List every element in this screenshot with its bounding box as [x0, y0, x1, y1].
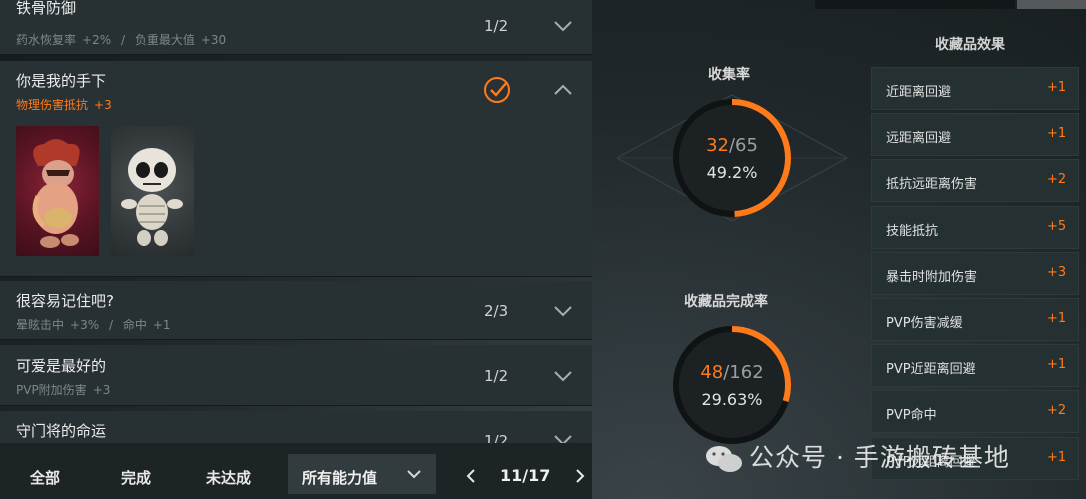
effect-item: PVP伤害减缓 +1	[871, 298, 1079, 341]
stat-value: +30	[200, 33, 227, 47]
stat-separator: /	[108, 318, 113, 332]
top-button-edge[interactable]	[1017, 0, 1086, 9]
collection-percent: 49.2%	[706, 163, 758, 182]
collection-rate-title: 收集率	[708, 67, 750, 83]
item-thumbnail-demon[interactable]	[16, 126, 99, 256]
stat-name: PVP附加伤害	[16, 383, 87, 397]
progress-ring	[673, 99, 791, 217]
effect-item: 远距离回避 +1	[871, 113, 1079, 157]
skeleton-figure-icon	[121, 148, 183, 246]
collection-list: 铁骨防御 药水恢复率 +2% / 负重最大值 +30 1/2 你是我的手下 物理伤害…	[0, 0, 592, 499]
dropdown-value: 所有能力值	[302, 469, 378, 487]
stat-name: 晕眩击中	[16, 318, 65, 332]
stat-value: +3%	[70, 318, 100, 332]
chevron-up-icon[interactable]	[553, 83, 573, 97]
row-title: 很容易记住吧?	[16, 292, 114, 310]
tab-incomplete[interactable]: 未达成	[206, 467, 251, 488]
tab-completed[interactable]: 完成	[121, 467, 151, 488]
effect-item: 暴击时附加伤害 +3	[871, 251, 1079, 295]
item-thumbnail-skeleton[interactable]	[111, 126, 194, 256]
effect-label: PVP伤害减缓	[886, 316, 963, 331]
chevron-down-icon	[407, 470, 421, 479]
collection-row[interactable]: 可爱是最好的 PVP附加伤害 +3 1/2	[0, 345, 592, 406]
bonus-name: 物理伤害抵抗	[16, 98, 89, 112]
completion-percent: 29.63%	[701, 390, 763, 409]
completion-rate-title: 收藏品完成率	[684, 294, 768, 310]
effect-label: 远距离回避	[886, 131, 952, 147]
completion-rate-gauge: 48/162 29.63%	[670, 323, 794, 447]
effect-value: +1	[1047, 357, 1067, 373]
collection-row[interactable]: 铁骨防御 药水恢复率 +2% / 负重最大值 +30 1/2	[0, 0, 592, 55]
effect-value: +1	[1047, 126, 1067, 142]
bonus-value: +3	[94, 98, 112, 112]
row-progress: 1/2	[484, 17, 509, 35]
stat-value: +3	[92, 383, 111, 397]
watermark-text: 公众号 · 手游搬砖基地	[749, 443, 1010, 472]
effect-value: +1	[1047, 80, 1067, 95]
effect-item: PVP近距离回避 +1	[871, 344, 1079, 388]
effect-value: +5	[1047, 218, 1067, 234]
effect-item: 抵抗远距离伤害 +2	[871, 159, 1079, 203]
top-panel-edge	[815, 0, 1015, 9]
effect-value: +1	[1047, 311, 1067, 326]
completion-count: 48/162	[700, 362, 764, 383]
progress-ring	[673, 326, 791, 444]
stat-name: 命中	[122, 318, 147, 332]
collection-count: 32/65	[706, 135, 758, 156]
stat-value: +2%	[82, 33, 112, 47]
effect-label: 近距离回避	[886, 85, 952, 100]
effect-value: +2	[1047, 172, 1067, 188]
effect-item: 近距离回避 +1	[871, 67, 1079, 110]
effect-value: +1	[1047, 449, 1067, 465]
row-bonus: 物理伤害抵抗 +3	[16, 96, 112, 113]
effect-item: 技能抵抗 +5	[871, 205, 1079, 249]
chevron-down-icon[interactable]	[553, 369, 573, 383]
chevron-down-icon[interactable]	[553, 304, 573, 318]
chevron-down-icon[interactable]	[553, 19, 573, 33]
prev-page-icon[interactable]	[464, 468, 478, 484]
effect-item: PVP命中 +2	[871, 390, 1079, 434]
row-stats: 晕眩击中 +3% / 命中 +1	[16, 316, 171, 333]
wechat-icon	[706, 446, 742, 472]
collection-rate-gauge: 32/65 49.2%	[670, 96, 794, 220]
stat-separator: /	[120, 33, 125, 47]
row-progress: 2/3	[484, 302, 509, 320]
row-stats: PVP附加伤害 +3	[16, 381, 110, 398]
row-title: 你是我的手下	[16, 72, 107, 90]
effect-label: PVP命中	[886, 408, 937, 424]
effects-title: 收藏品效果	[935, 37, 1005, 53]
row-title: 铁骨防御	[16, 0, 77, 17]
row-progress: 1/2	[484, 367, 509, 385]
stat-name: 药水恢复率	[16, 33, 77, 47]
row-stats: 药水恢复率 +2% / 负重最大值 +30	[16, 31, 226, 48]
page-indicator: 11/17	[500, 466, 551, 485]
next-page-icon[interactable]	[573, 468, 587, 484]
effect-label: 暴击时附加伤害	[886, 269, 978, 285]
demon-figure-icon	[32, 139, 80, 248]
effect-label: PVP近距离回避	[886, 362, 976, 378]
ability-filter-dropdown[interactable]: 所有能力值	[288, 454, 436, 494]
effect-value: +3	[1047, 264, 1067, 280]
effect-label: 技能抵抗	[886, 223, 939, 239]
effect-value: +2	[1047, 403, 1067, 419]
row-title: 可爱是最好的	[16, 357, 107, 375]
watermark: 公众号 · 手游搬砖基地	[705, 438, 1010, 474]
row-title: 守门将的命运	[16, 422, 107, 440]
stat-value: +1	[152, 318, 171, 332]
stat-name: 负重最大值	[134, 33, 195, 47]
completed-check-icon	[484, 77, 510, 103]
collection-row[interactable]: 很容易记住吧? 晕眩击中 +3% / 命中 +1 2/3	[0, 281, 592, 340]
tab-all[interactable]: 全部	[30, 467, 60, 488]
effect-label: 抵抗远距离伤害	[886, 177, 978, 193]
